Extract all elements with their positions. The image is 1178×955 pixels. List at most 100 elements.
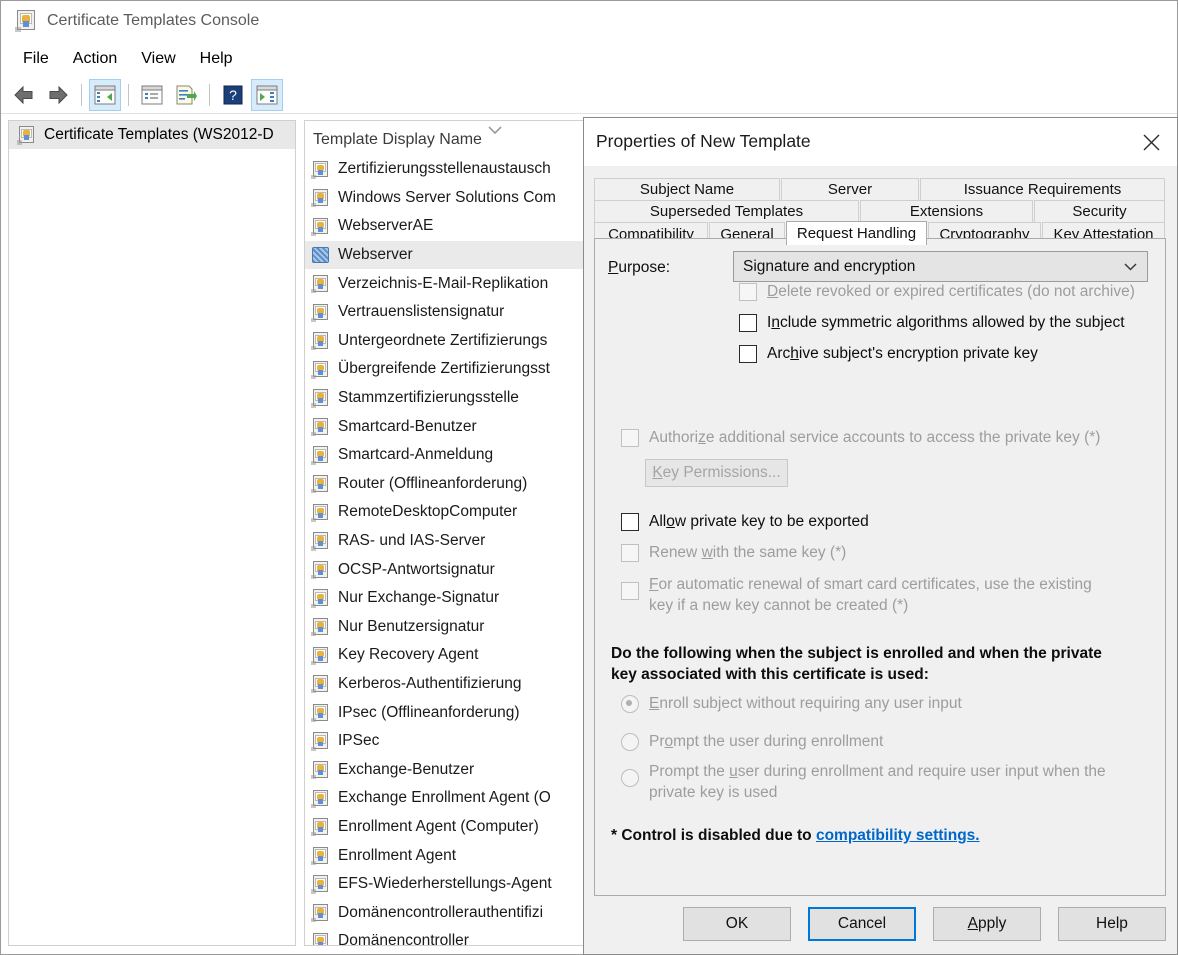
list-item[interactable]: Vertrauenslistensignatur <box>305 298 585 327</box>
delete-revoked-checkbox[interactable] <box>739 283 757 301</box>
certificate-template-icon <box>311 331 330 351</box>
authorize-accounts-checkbox[interactable] <box>621 429 639 447</box>
properties-icon[interactable] <box>137 80 167 110</box>
toolbar-separator-2 <box>128 83 129 106</box>
list-column-header[interactable]: Template Display Name <box>305 121 585 155</box>
list-item[interactable]: Enrollment Agent <box>305 841 585 870</box>
certificate-template-icon <box>17 126 36 145</box>
archive-key-checkbox-row[interactable]: Archive subject's encryption private key <box>739 345 1038 363</box>
radio-enroll-no-input[interactable] <box>621 695 639 713</box>
list-item[interactable]: OCSP-Antwortsignatur <box>305 555 585 584</box>
certificate-template-icon <box>311 789 330 808</box>
tab-superseded-templates[interactable]: Superseded Templates <box>594 200 859 222</box>
radio-prompt-and-require[interactable] <box>621 769 639 787</box>
list-item-label: Vertrauenslistensignatur <box>338 303 505 321</box>
help-icon[interactable]: ? <box>218 80 248 110</box>
ok-button[interactable]: OK <box>683 907 791 941</box>
list-item[interactable]: Untergeordnete Zertifizierungs <box>305 327 585 356</box>
list-item-label: Enrollment Agent <box>338 846 457 864</box>
list-item[interactable]: Exchange Enrollment Agent (O <box>305 784 585 813</box>
menu-view[interactable]: View <box>129 47 187 71</box>
accelerator-char: D <box>767 283 779 300</box>
list-item[interactable]: Übergreifende Zertifizierungsst <box>305 355 585 384</box>
menu-action[interactable]: Action <box>61 47 129 71</box>
list-item-label: Übergreifende Zertifizierungsst <box>338 360 550 378</box>
list-item[interactable]: WebserverAE <box>305 212 585 241</box>
list-item[interactable]: Kerberos-Authentifizierung <box>305 670 585 699</box>
list-item[interactable]: Zertifizierungsstellenaustausch <box>305 155 585 184</box>
list-item[interactable]: Verzeichnis-E-Mail-Replikation <box>305 269 585 298</box>
allow-export-checkbox[interactable] <box>621 513 639 531</box>
footnote-text: * Control is disabled due to <box>611 827 816 844</box>
show-hide-action-pane-icon[interactable] <box>251 78 283 111</box>
tree-node-certificate-templates[interactable]: Certificate Templates (WS2012-D <box>9 121 295 149</box>
tab-subject-name[interactable]: Subject Name <box>594 178 780 200</box>
renew-same-key-checkbox[interactable] <box>621 544 639 562</box>
list-item-label: OCSP-Antwortsignatur <box>338 560 495 578</box>
forward-icon[interactable] <box>43 80 73 110</box>
compatibility-settings-link[interactable]: compatibility settings. <box>816 827 980 844</box>
include-symmetric-checkbox-row[interactable]: Include symmetric algorithms allowed by … <box>739 314 1125 332</box>
accelerator-char: E <box>649 695 660 712</box>
radio-enroll-no-input-row[interactable]: Enroll subject without requiring any use… <box>621 695 962 713</box>
radio-prompt-user[interactable] <box>621 733 639 751</box>
purpose-combobox[interactable]: Signature and encryption <box>733 251 1148 282</box>
menu-help[interactable]: Help <box>188 47 245 71</box>
column-header-label: Template Display Name <box>313 131 482 148</box>
renew-same-key-checkbox-row[interactable]: Renew with the same key (*) <box>621 544 846 562</box>
list-item[interactable]: EFS-Wiederherstellungs-Agent <box>305 870 585 899</box>
archive-key-checkbox[interactable] <box>739 345 757 363</box>
list-item[interactable]: Windows Server Solutions Com <box>305 184 585 213</box>
cancel-button[interactable]: Cancel <box>808 907 916 941</box>
allow-export-checkbox-row[interactable]: Allow private key to be exported <box>621 513 869 531</box>
list-item[interactable]: IPSec <box>305 727 585 756</box>
key-permissions-button[interactable]: Key Permissions... <box>645 459 788 487</box>
tab-security[interactable]: Security <box>1034 200 1165 222</box>
list-item[interactable]: Domänencontroller <box>305 927 585 945</box>
list-item-label: IPsec (Offlineanforderung) <box>338 703 520 721</box>
tab-request-handling[interactable]: Request Handling <box>786 221 927 245</box>
show-hide-tree-icon[interactable] <box>89 78 121 111</box>
tab-extensions[interactable]: Extensions <box>860 200 1033 222</box>
dialog-button-bar: OK Cancel Apply Help <box>666 907 1166 941</box>
delete-revoked-checkbox-row[interactable]: Delete revoked or expired certificates (… <box>739 283 1135 301</box>
radio-prompt-user-row[interactable]: Prompt the user during enrollment <box>621 733 883 751</box>
include-symmetric-label: Include symmetric algorithms allowed by … <box>767 314 1125 331</box>
include-symmetric-checkbox[interactable] <box>739 314 757 332</box>
list-item[interactable]: Webserver <box>305 240 585 270</box>
accelerator-char: o <box>664 733 674 750</box>
templates-list[interactable]: Zertifizierungsstellenaustausch Windows S… <box>305 155 585 945</box>
console-tree-pane: Certificate Templates (WS2012-D <box>8 120 296 946</box>
tab-issuance-requirements[interactable]: Issuance Requirements <box>920 178 1165 200</box>
menu-file[interactable]: File <box>11 47 61 71</box>
authorize-accounts-checkbox-row[interactable]: Authorize additional service accounts to… <box>621 429 1100 447</box>
list-item[interactable]: Stammzertifizierungsstelle <box>305 384 585 413</box>
enrollment-heading: Do the following when the subject is enr… <box>611 645 1102 683</box>
certificate-template-icon <box>311 303 330 322</box>
list-item[interactable]: Domänencontrollerauthentifizi <box>305 898 585 927</box>
list-item[interactable]: Enrollment Agent (Computer) <box>305 813 585 842</box>
list-item-label: Exchange-Benutzer <box>338 760 475 778</box>
tab-server[interactable]: Server <box>781 178 919 200</box>
list-item[interactable]: IPsec (Offlineanforderung) <box>305 698 585 727</box>
apply-button[interactable]: Apply <box>933 907 1041 941</box>
export-list-icon[interactable] <box>171 80 201 110</box>
list-item[interactable]: Nur Exchange-Signatur <box>305 584 585 613</box>
certificate-template-icon <box>311 532 330 551</box>
radio-prompt-and-require-row[interactable]: Prompt the user during enrollment and re… <box>621 761 1119 803</box>
close-icon[interactable] <box>1125 118 1177 166</box>
list-item[interactable]: Router (Offlineanforderung) <box>305 470 585 499</box>
back-icon[interactable] <box>9 80 39 110</box>
list-item[interactable]: Smartcard-Anmeldung <box>305 441 585 470</box>
smartcard-renewal-checkbox[interactable] <box>621 582 639 600</box>
radio-prompt-user-label: Prompt the user during enrollment <box>649 733 884 750</box>
help-button[interactable]: Help <box>1058 907 1166 941</box>
smartcard-renewal-checkbox-row[interactable]: For automatic renewal of smart card cert… <box>621 574 1119 616</box>
list-item[interactable]: Smartcard-Benutzer <box>305 412 585 441</box>
list-item[interactable]: Key Recovery Agent <box>305 641 585 670</box>
list-item[interactable]: RAS- und IAS-Server <box>305 527 585 556</box>
accelerator-char: z <box>698 429 706 446</box>
list-item[interactable]: Nur Benutzersignatur <box>305 613 585 642</box>
list-item[interactable]: RemoteDesktopComputer <box>305 498 585 527</box>
list-item[interactable]: Exchange-Benutzer <box>305 755 585 784</box>
